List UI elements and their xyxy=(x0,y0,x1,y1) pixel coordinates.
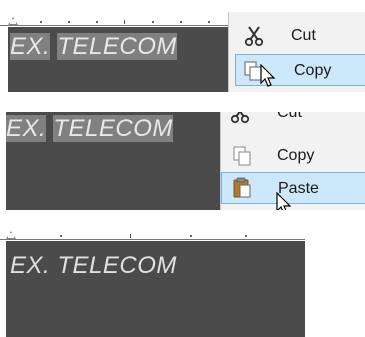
panel-copy-paste: EX. TELECOM Cut Copy Paste xyxy=(0,112,365,210)
mouse-pointer-icon xyxy=(260,64,276,87)
mouse-pointer-icon xyxy=(276,192,292,210)
menu-item-paste[interactable]: Paste xyxy=(221,172,365,204)
menu-item-copy[interactable]: Copy xyxy=(235,54,365,86)
context-menu: Cut Copy xyxy=(228,12,365,92)
slide-title-text[interactable]: EX. TELECOM xyxy=(10,252,177,280)
horizontal-ruler[interactable] xyxy=(0,228,305,240)
selected-text[interactable]: EX. xyxy=(10,33,51,60)
menu-item-copy[interactable]: Copy xyxy=(221,141,365,171)
indent-marker[interactable] xyxy=(6,231,16,239)
slide-title-text[interactable]: EX. TELECOM xyxy=(10,33,177,61)
selected-text[interactable]: EX. xyxy=(6,115,47,142)
scissors-icon xyxy=(244,26,264,47)
paste-icon xyxy=(233,177,251,198)
menu-item-cut[interactable]: Cut xyxy=(221,112,365,128)
menu-item-cut[interactable]: Cut xyxy=(229,21,365,51)
context-menu: Cut Copy Paste xyxy=(220,112,365,210)
slide-canvas[interactable]: EX. TELECOM xyxy=(6,241,305,337)
selected-text[interactable]: TELECOM xyxy=(57,33,177,60)
menu-item-label: Cut xyxy=(277,112,302,121)
scissors-icon xyxy=(230,112,250,124)
slide-canvas[interactable]: EX. TELECOM xyxy=(8,27,232,92)
menu-item-label: Copy xyxy=(294,62,332,79)
panel-cut-copy: EX. TELECOM Cut Copy xyxy=(0,0,365,92)
indent-marker[interactable] xyxy=(8,17,18,25)
panel-pasted-result: EX. TELECOM xyxy=(0,228,365,337)
slide-title-text[interactable]: EX. TELECOM xyxy=(6,115,173,143)
menu-item-label: Cut xyxy=(291,27,316,44)
slide-canvas[interactable]: EX. TELECOM xyxy=(6,112,220,210)
menu-item-label: Copy xyxy=(277,147,315,164)
horizontal-ruler[interactable] xyxy=(0,14,232,26)
selected-text[interactable]: TELECOM xyxy=(53,115,173,142)
copy-icon xyxy=(233,146,251,166)
